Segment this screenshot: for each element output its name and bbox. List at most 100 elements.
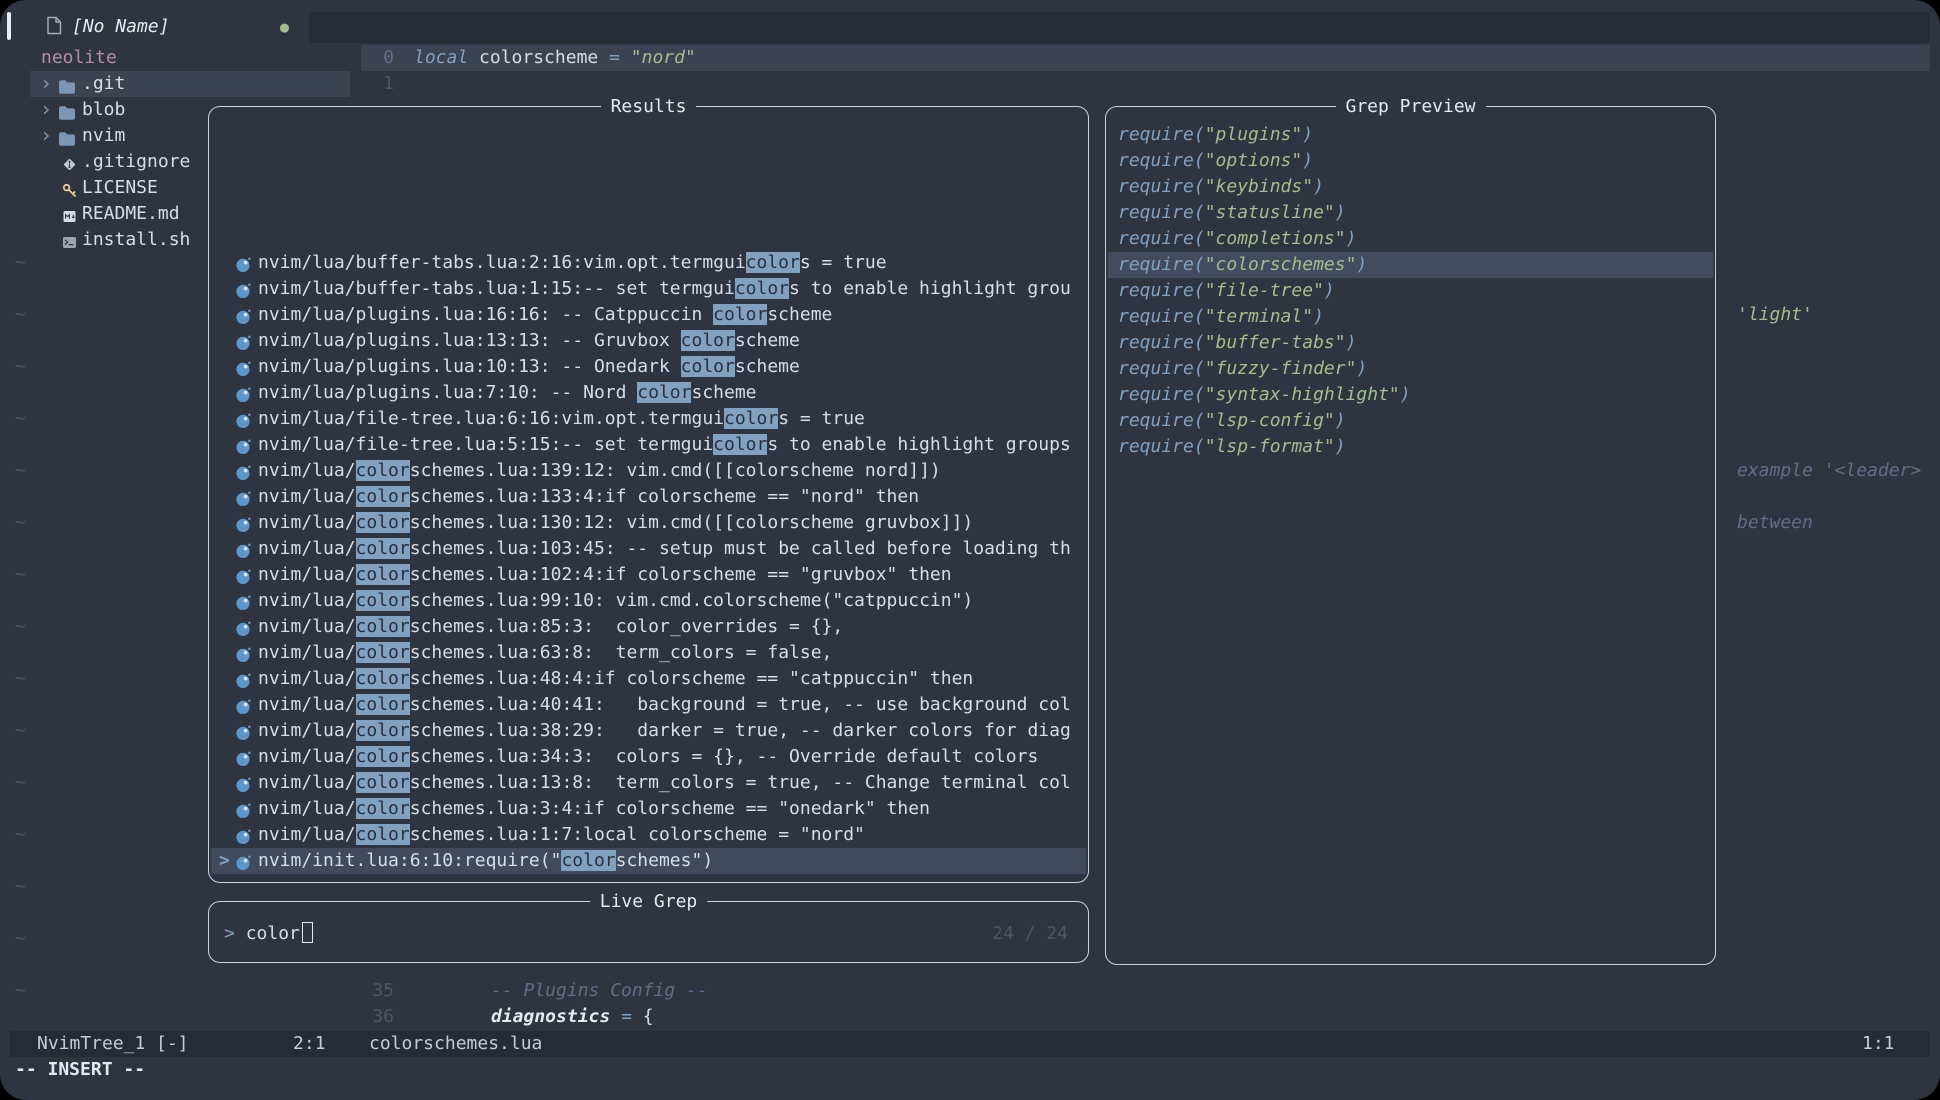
lua-file-icon bbox=[235, 515, 251, 536]
result-text: nvim/lua/buffer-tabs.lua:2:16:vim.opt.te… bbox=[258, 250, 887, 276]
result-match-highlight: color bbox=[356, 668, 410, 689]
result-row[interactable]: nvim/lua/buffer-tabs.lua:1:15:-- set ter… bbox=[211, 276, 1086, 302]
require-call-token: require( bbox=[1118, 176, 1205, 197]
result-prefix: nvim/lua/buffer-tabs.lua:2:16:vim.opt.te… bbox=[258, 252, 746, 273]
chevron-right-icon[interactable]: › bbox=[40, 70, 52, 96]
result-row[interactable]: nvim/lua/colorschemes.lua:48:4:if colors… bbox=[211, 666, 1086, 692]
result-row[interactable]: nvim/lua/file-tree.lua:6:16:vim.opt.term… bbox=[211, 406, 1086, 432]
result-suffix: s = true bbox=[800, 252, 887, 273]
chevron-right-icon[interactable]: › bbox=[40, 122, 52, 148]
result-row[interactable]: >nvim/init.lua:6:10:require("colorscheme… bbox=[211, 848, 1086, 874]
preview-code: require("options") bbox=[1118, 148, 1313, 174]
result-text: nvim/lua/colorschemes.lua:99:10: vim.cmd… bbox=[258, 588, 973, 614]
require-close-token: ) bbox=[1356, 358, 1367, 379]
require-close-token: ) bbox=[1302, 150, 1313, 171]
result-row[interactable]: nvim/lua/colorschemes.lua:63:8: term_col… bbox=[211, 640, 1086, 666]
result-text: nvim/lua/file-tree.lua:6:16:vim.opt.term… bbox=[258, 406, 865, 432]
result-row[interactable]: nvim/lua/colorschemes.lua:133:4:if color… bbox=[211, 484, 1086, 510]
result-suffix: schemes.lua:38:29: darker = true, -- dar… bbox=[410, 720, 1071, 741]
lua-file-icon bbox=[235, 333, 251, 354]
require-arg-token: "colorschemes" bbox=[1205, 254, 1357, 275]
preview-line: require("options") bbox=[1108, 148, 1713, 174]
result-row[interactable]: nvim/lua/plugins.lua:16:16: -- Catppucci… bbox=[211, 302, 1086, 328]
result-prefix: nvim/lua/ bbox=[258, 668, 356, 689]
result-text: nvim/lua/colorschemes.lua:85:3: color_ov… bbox=[258, 614, 843, 640]
buffer-tab-name[interactable]: [No Name] bbox=[72, 14, 170, 40]
result-match-highlight: color bbox=[724, 408, 778, 429]
result-row[interactable]: nvim/lua/file-tree.lua:5:15:-- set termg… bbox=[211, 432, 1086, 458]
result-row[interactable]: nvim/lua/colorschemes.lua:34:3: colors =… bbox=[211, 744, 1086, 770]
statusline-cursor-position: 1:1 bbox=[1862, 1031, 1895, 1057]
require-close-token: ) bbox=[1313, 306, 1324, 327]
preview-line: require("syntax-highlight") bbox=[1108, 382, 1713, 408]
result-text: nvim/lua/colorschemes.lua:3:4:if colorsc… bbox=[258, 796, 930, 822]
result-row[interactable]: nvim/lua/colorschemes.lua:103:45: -- set… bbox=[211, 536, 1086, 562]
empty-line-tilde: ~ bbox=[15, 250, 26, 276]
result-prefix: nvim/lua/ bbox=[258, 486, 356, 507]
result-row[interactable]: nvim/lua/colorschemes.lua:1:7:local colo… bbox=[211, 822, 1086, 848]
result-match-highlight: color bbox=[356, 720, 410, 741]
result-row[interactable]: nvim/lua/colorschemes.lua:139:12: vim.cm… bbox=[211, 458, 1086, 484]
result-row[interactable]: nvim/lua/colorschemes.lua:99:10: vim.cmd… bbox=[211, 588, 1086, 614]
require-close-token: ) bbox=[1335, 202, 1346, 223]
file-tree-root-label[interactable]: neolite bbox=[41, 45, 117, 71]
search-query-text: color bbox=[246, 923, 300, 944]
result-text: nvim/lua/buffer-tabs.lua:1:15:-- set ter… bbox=[258, 276, 1071, 302]
result-row[interactable]: nvim/lua/plugins.lua:7:10: -- Nord color… bbox=[211, 380, 1086, 406]
result-text: nvim/lua/plugins.lua:13:13: -- Gruvbox c… bbox=[258, 328, 800, 354]
preview-code: require("plugins") bbox=[1118, 122, 1313, 148]
statusline: NvimTree_1 [-] 2:1 colorschemes.lua 1:1 bbox=[10, 1031, 1930, 1057]
preview-code: require("syntax-highlight") bbox=[1118, 382, 1411, 408]
result-row[interactable]: nvim/lua/plugins.lua:10:13: -- Onedark c… bbox=[211, 354, 1086, 380]
result-row[interactable]: nvim/lua/colorschemes.lua:3:4:if colorsc… bbox=[211, 796, 1086, 822]
result-row[interactable]: nvim/lua/buffer-tabs.lua:2:16:vim.opt.te… bbox=[211, 250, 1086, 276]
result-row[interactable]: nvim/lua/colorschemes.lua:85:3: color_ov… bbox=[211, 614, 1086, 640]
result-prefix: nvim/lua/ bbox=[258, 720, 356, 741]
terminal-cursor bbox=[7, 12, 11, 40]
results-window: Results nvim/lua/buffer-tabs.lua:2:16:vi… bbox=[208, 106, 1089, 883]
result-row[interactable]: nvim/lua/colorschemes.lua:40:41: backgro… bbox=[211, 692, 1086, 718]
require-close-token: ) bbox=[1335, 410, 1346, 431]
file-tree-item--git[interactable]: ›.git bbox=[30, 71, 350, 97]
grep-preview-window: Grep Preview require("plugins")require("… bbox=[1105, 106, 1716, 965]
result-match-highlight: color bbox=[356, 512, 410, 533]
result-match-highlight: color bbox=[356, 694, 410, 715]
lua-file-icon bbox=[235, 307, 251, 328]
result-suffix: s to enable highlight groups bbox=[767, 434, 1070, 455]
result-prefix: nvim/lua/ bbox=[258, 590, 356, 611]
require-arg-token: "terminal" bbox=[1205, 306, 1313, 327]
preview-line: require("fuzzy-finder") bbox=[1108, 356, 1713, 382]
result-match-highlight: color bbox=[356, 616, 410, 637]
terminal-window: [No Name] ● 0 local colorscheme = "nord"… bbox=[0, 0, 1940, 1100]
chevron-right-icon[interactable]: › bbox=[40, 96, 52, 122]
preview-line: require("lsp-format") bbox=[1108, 434, 1713, 460]
require-call-token: require( bbox=[1118, 202, 1205, 223]
require-arg-token: "file-tree" bbox=[1205, 280, 1324, 301]
shell-icon bbox=[62, 232, 77, 258]
result-row[interactable]: nvim/lua/plugins.lua:13:13: -- Gruvbox c… bbox=[211, 328, 1086, 354]
result-suffix: schemes.lua:3:4:if colorscheme == "oneda… bbox=[410, 798, 930, 819]
result-row[interactable]: nvim/lua/colorschemes.lua:13:8: term_col… bbox=[211, 770, 1086, 796]
result-match-highlight: color bbox=[356, 538, 410, 559]
result-match-highlight: color bbox=[713, 434, 767, 455]
brace-token: { bbox=[643, 1006, 654, 1027]
result-match-highlight: color bbox=[637, 382, 691, 403]
live-grep-input[interactable]: > color bbox=[224, 921, 313, 947]
lua-file-icon bbox=[235, 749, 251, 770]
result-suffix: scheme bbox=[735, 330, 800, 351]
require-close-token: ) bbox=[1335, 436, 1346, 457]
result-text: nvim/lua/colorschemes.lua:48:4:if colors… bbox=[258, 666, 973, 692]
result-row[interactable]: nvim/lua/colorschemes.lua:38:29: darker … bbox=[211, 718, 1086, 744]
editor-line-36: 36 diagnostics = { bbox=[0, 1004, 1930, 1030]
result-row[interactable]: nvim/lua/colorschemes.lua:130:12: vim.cm… bbox=[211, 510, 1086, 536]
require-call-token: require( bbox=[1118, 150, 1205, 171]
editor-line-35: 35 -- Plugins Config -- bbox=[0, 978, 1930, 1004]
result-text: nvim/lua/plugins.lua:10:13: -- Onedark c… bbox=[258, 354, 800, 380]
mode-indicator: -- INSERT -- bbox=[15, 1057, 145, 1083]
require-arg-token: "lsp-format" bbox=[1205, 436, 1335, 457]
preview-line: require("colorschemes") bbox=[1108, 252, 1713, 278]
result-row[interactable]: nvim/lua/colorschemes.lua:102:4:if color… bbox=[211, 562, 1086, 588]
result-suffix: schemes.lua:99:10: vim.cmd.colorscheme("… bbox=[410, 590, 974, 611]
result-match-highlight: color bbox=[681, 356, 735, 377]
require-close-token: ) bbox=[1346, 228, 1357, 249]
